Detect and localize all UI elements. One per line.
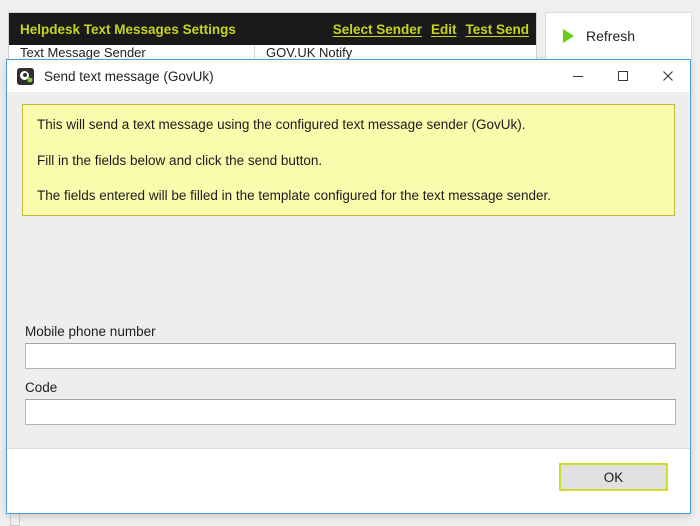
refresh-button[interactable]: Refresh — [545, 12, 692, 60]
app-logo-icon — [17, 67, 34, 85]
window-controls — [555, 60, 690, 92]
select-sender-link[interactable]: Select Sender — [333, 22, 422, 37]
settings-panel-title: Helpdesk Text Messages Settings — [20, 21, 236, 37]
send-text-message-dialog: Send text message (GovUk) This will send… — [6, 59, 691, 514]
maximize-icon[interactable] — [600, 60, 645, 92]
code-label: Code — [25, 380, 58, 395]
dialog-body: This will send a text message using the … — [7, 92, 690, 499]
test-send-link[interactable]: Test Send — [465, 22, 529, 37]
dialog-titlebar[interactable]: Send text message (GovUk) — [7, 60, 690, 92]
close-icon[interactable] — [645, 60, 690, 92]
info-line-1: This will send a text message using the … — [37, 117, 526, 132]
settings-panel-header: Helpdesk Text Messages Settings Select S… — [9, 13, 536, 45]
ok-button[interactable]: OK — [559, 463, 668, 491]
information-panel: This will send a text message using the … — [22, 104, 675, 216]
mobile-phone-number-label: Mobile phone number — [25, 324, 156, 339]
settings-panel-actions: Select Sender Edit Test Send — [333, 22, 529, 37]
play-triangle-icon — [563, 29, 574, 43]
dialog-footer: OK — [7, 448, 690, 513]
info-line-2: Fill in the fields below and click the s… — [37, 152, 323, 168]
code-input[interactable] — [25, 399, 676, 425]
mobile-phone-number-input[interactable] — [25, 343, 676, 369]
minimize-icon[interactable] — [555, 60, 600, 92]
horizontal-scrollbar-thumb[interactable] — [10, 512, 20, 526]
info-line-3: The fields entered will be filled in the… — [37, 188, 552, 204]
refresh-button-label: Refresh — [586, 28, 636, 44]
edit-link[interactable]: Edit — [431, 22, 457, 37]
dialog-title: Send text message (GovUk) — [44, 68, 214, 84]
